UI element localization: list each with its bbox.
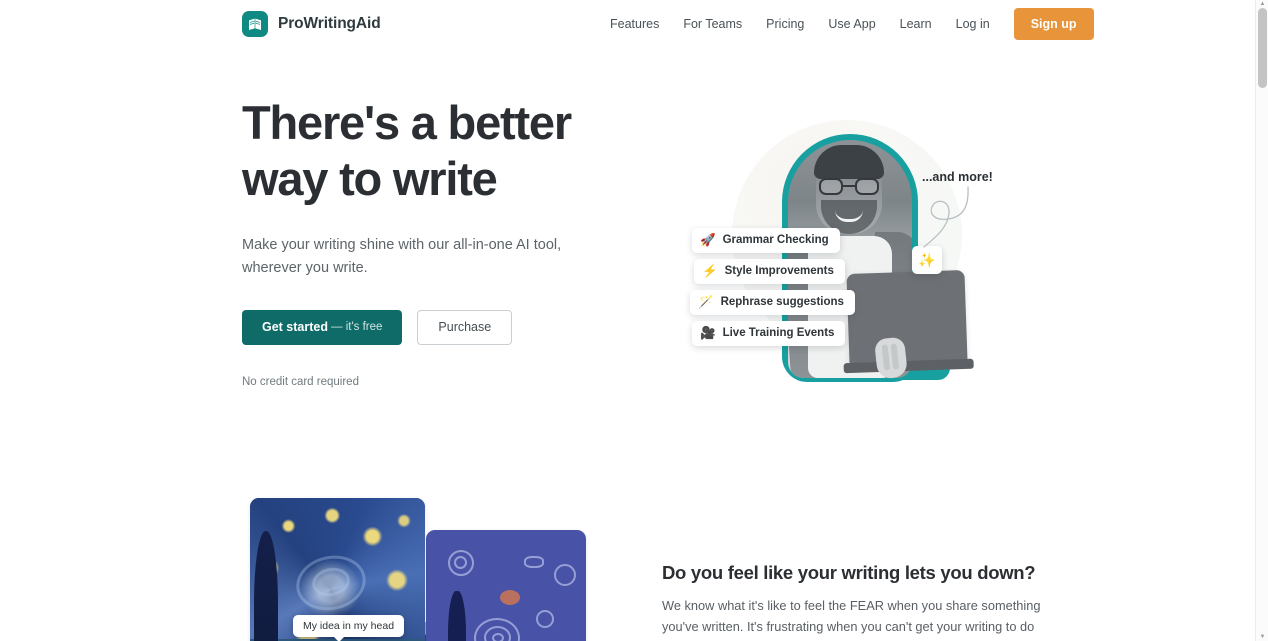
nav-link-pricing[interactable]: Pricing: [754, 11, 816, 37]
hero-title: There's a better way to write: [242, 96, 572, 206]
feature-chip-style-improvements: ⚡ Style Improvements: [694, 259, 845, 284]
idea-caption-bubble: My idea in my head: [293, 615, 405, 641]
glasses-icon: [818, 178, 880, 195]
feature-chip-label: Live Training Events: [722, 327, 835, 340]
nav-link-learn[interactable]: Learn: [888, 11, 944, 37]
hero-section: There's a better way to write Make your …: [242, 95, 642, 388]
main-navigation: Features For Teams Pricing Use App Learn…: [598, 8, 1094, 40]
landing-page: ProWritingAid Features For Teams Pricing…: [0, 0, 1268, 641]
nav-link-features[interactable]: Features: [598, 11, 671, 37]
lower-section-title: Do you feel like your writing lets you d…: [662, 562, 1036, 583]
simplified-cypress: [448, 591, 466, 641]
orange-blot: [500, 590, 520, 605]
hero-subtitle: Make your writing shine with our all-in-…: [242, 236, 562, 277]
curved-arrow-icon: [923, 186, 969, 248]
purchase-button[interactable]: Purchase: [417, 309, 513, 345]
nav-link-log-in[interactable]: Log in: [944, 11, 1002, 37]
feature-chip-label: Grammar Checking: [722, 234, 829, 247]
hero-illustration: 🚀 Grammar Checking ⚡ Style Improvements …: [660, 110, 1010, 385]
movie-camera-icon: 🎥: [700, 326, 716, 340]
lightning-bolt-icon: ⚡: [702, 264, 718, 278]
get-started-sublabel: — it's free: [331, 321, 383, 334]
nav-link-use-app[interactable]: Use App: [816, 11, 887, 37]
simplified-painting-card: [426, 530, 586, 641]
hero-cta-row: Get started — it's free Purchase: [242, 309, 642, 345]
site-header: ProWritingAid Features For Teams Pricing…: [0, 0, 1255, 48]
brand-name: ProWritingAid: [278, 15, 381, 32]
sign-up-button[interactable]: Sign up: [1013, 8, 1094, 40]
magic-wand-icon: 🪄: [698, 295, 714, 309]
rocket-icon: 🚀: [700, 233, 716, 247]
feature-chip-rephrase-suggestions: 🪄 Rephrase suggestions: [690, 290, 855, 315]
scroll-down-arrow-icon[interactable]: ▼: [1256, 633, 1268, 641]
feature-chip-label: Rephrase suggestions: [720, 296, 844, 309]
feature-chip-grammar-checking: 🚀 Grammar Checking: [692, 228, 840, 253]
laptop: [846, 269, 968, 367]
brand-logo[interactable]: ProWritingAid: [242, 11, 381, 37]
hair: [814, 145, 884, 179]
feature-chip-label: Style Improvements: [724, 265, 834, 278]
no-credit-card-note: No credit card required: [242, 375, 359, 388]
hand: [873, 336, 909, 380]
scroll-up-arrow-icon[interactable]: ▲: [1256, 0, 1268, 8]
nav-link-for-teams[interactable]: For Teams: [671, 11, 754, 37]
scrollbar-thumb[interactable]: [1258, 8, 1267, 88]
feature-chip-live-training-events: 🎥 Live Training Events: [692, 321, 846, 346]
get-started-label: Get started: [262, 320, 328, 335]
and-more-annotation: ...and more!: [922, 170, 993, 184]
book-logo-icon: [242, 11, 268, 37]
lower-copy-block: Do you feel like your writing lets you d…: [662, 562, 1054, 641]
page-scrollbar[interactable]: ▲ ▼: [1255, 0, 1268, 641]
get-started-button[interactable]: Get started — it's free: [242, 309, 403, 345]
painting-cypress: [254, 531, 278, 641]
lower-section-body: We know what it's like to feel the FEAR …: [662, 598, 1041, 641]
starry-night-card: My idea in my head: [250, 498, 425, 641]
